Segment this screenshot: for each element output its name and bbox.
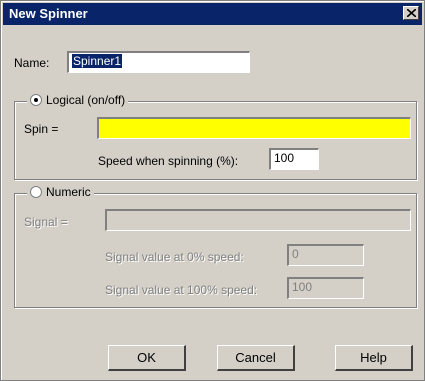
signal-label: Signal = [24, 215, 68, 229]
name-input[interactable]: Spinner1 [67, 51, 250, 73]
numeric-option[interactable]: Numeric [27, 185, 94, 199]
dialog-title: New Spinner [9, 6, 88, 21]
zero-speed-value: 0 [292, 247, 299, 261]
speed-value: 100 [274, 151, 295, 165]
ok-button[interactable]: OK [108, 345, 186, 371]
name-label: Name: [14, 56, 50, 70]
help-button[interactable]: Help [335, 345, 413, 371]
logical-radio[interactable] [30, 94, 42, 106]
spin-label: Spin = [24, 122, 59, 136]
new-spinner-dialog: New Spinner Name: Spinner1 Logical (on/o… [0, 0, 425, 381]
speed-input[interactable]: 100 [269, 148, 319, 170]
title-bar[interactable]: New Spinner [3, 3, 422, 25]
signal-input[interactable] [105, 209, 411, 231]
zero-speed-input[interactable]: 0 [287, 244, 364, 266]
hundred-speed-input[interactable]: 100 [287, 277, 364, 299]
cancel-button[interactable]: Cancel [217, 345, 295, 371]
spin-input[interactable] [97, 117, 411, 139]
logical-option[interactable]: Logical (on/off) [27, 93, 129, 107]
zero-speed-label: Signal value at 0% speed: [105, 250, 244, 264]
name-value: Spinner1 [72, 54, 123, 68]
hundred-speed-label: Signal value at 100% speed: [105, 283, 258, 297]
logical-option-label: Logical (on/off) [46, 93, 126, 107]
speed-label: Speed when spinning (%): [98, 154, 239, 168]
close-button[interactable] [403, 6, 419, 20]
numeric-radio[interactable] [30, 186, 42, 198]
numeric-option-label: Numeric [46, 185, 91, 199]
hundred-speed-value: 100 [292, 280, 313, 294]
close-icon [407, 9, 416, 17]
logical-group [14, 101, 417, 180]
